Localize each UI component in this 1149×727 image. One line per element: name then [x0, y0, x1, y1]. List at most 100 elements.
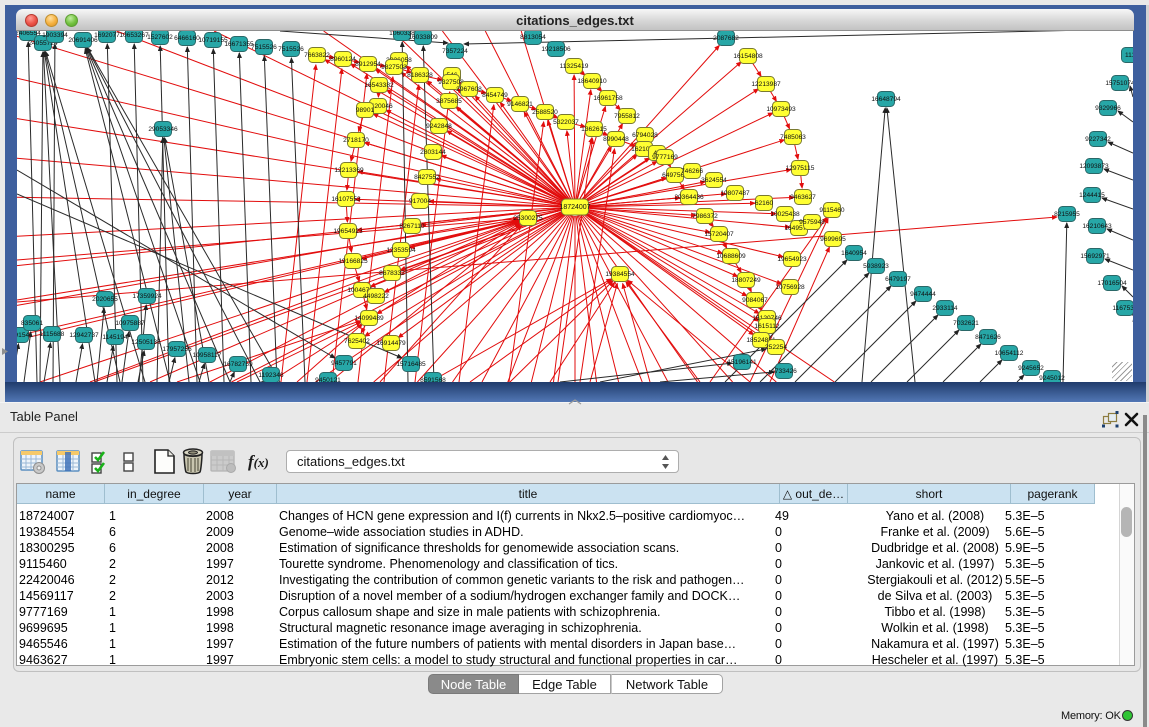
svg-text:8215955: 8215955 — [1054, 211, 1080, 218]
svg-text:9329966: 9329966 — [1095, 105, 1121, 112]
svg-text:5322037: 5322037 — [553, 119, 579, 126]
svg-text:2803144: 2803144 — [420, 149, 446, 156]
svg-text:8678332: 8678332 — [379, 270, 405, 277]
svg-text:9245652: 9245652 — [1018, 365, 1044, 372]
svg-text:12353594: 12353594 — [386, 247, 416, 254]
svg-text:1362615: 1362615 — [581, 126, 607, 133]
svg-text:10653267: 10653267 — [119, 32, 149, 39]
svg-text:16671355: 16671355 — [224, 41, 254, 48]
svg-text:9115460: 9115460 — [819, 207, 845, 214]
svg-text:7625402: 7625402 — [344, 338, 370, 345]
svg-text:10973493: 10973493 — [766, 106, 796, 113]
svg-text:7663822: 7663822 — [304, 52, 330, 59]
svg-text:1244415: 1244415 — [1079, 192, 1105, 199]
svg-text:19166825: 19166825 — [338, 258, 368, 265]
svg-text:7032621: 7032621 — [953, 320, 979, 327]
svg-text:19654923: 19654923 — [777, 256, 807, 263]
svg-text:9575948: 9575948 — [799, 219, 825, 226]
svg-text:16961758: 16961758 — [593, 95, 623, 102]
svg-text:29053346: 29053346 — [148, 126, 178, 133]
svg-text:15196141: 15196141 — [727, 359, 757, 366]
svg-text:10688609: 10688609 — [716, 253, 746, 260]
svg-text:19218506: 19218506 — [541, 46, 571, 53]
svg-text:15720407: 15720407 — [704, 231, 734, 238]
svg-text:2588520: 2588520 — [532, 109, 558, 116]
svg-text:8427552: 8427552 — [414, 174, 440, 181]
svg-text:1115688: 1115688 — [40, 331, 65, 338]
svg-text:9474444: 9474444 — [910, 291, 936, 298]
svg-text:9242848: 9242848 — [426, 123, 452, 130]
svg-text:20364436: 20364436 — [674, 194, 704, 201]
svg-text:1527602: 1527602 — [147, 34, 173, 41]
svg-text:15692971: 15692971 — [1080, 253, 1110, 260]
svg-text:4498222: 4498222 — [363, 293, 389, 300]
svg-text:6479197: 6479197 — [885, 276, 911, 283]
svg-text:7955812: 7955812 — [614, 113, 640, 120]
svg-text:15751074: 15751074 — [1105, 80, 1133, 87]
svg-text:18724007: 18724007 — [559, 204, 590, 211]
svg-text:12213369: 12213369 — [334, 167, 364, 174]
svg-text:15716485: 15716485 — [396, 361, 426, 368]
svg-text:10958117: 10958117 — [193, 352, 222, 359]
svg-text:1192346: 1192346 — [258, 372, 284, 379]
svg-text:17016504: 17016504 — [1097, 280, 1127, 287]
svg-text:252254: 252254 — [765, 344, 787, 351]
svg-text:16914479: 16914479 — [376, 340, 406, 347]
svg-text:917004: 917004 — [409, 198, 431, 205]
svg-text:11325419: 11325419 — [560, 63, 589, 70]
svg-text:12942737: 12942737 — [69, 332, 99, 339]
svg-text:8912954: 8912954 — [355, 61, 381, 68]
svg-text:2933114: 2933114 — [932, 305, 958, 312]
svg-text:16543382: 16543382 — [364, 82, 394, 89]
svg-text:1615112: 1615112 — [754, 323, 780, 330]
svg-text:16782759: 16782759 — [223, 361, 253, 368]
svg-text:1145194: 1145194 — [102, 334, 128, 341]
svg-text:8186328: 8186328 — [407, 72, 433, 79]
svg-text:3875685: 3875685 — [436, 98, 462, 105]
svg-text:9827503: 9827503 — [381, 64, 407, 71]
svg-text:10025438: 10025438 — [770, 211, 800, 218]
svg-text:2020655: 2020655 — [92, 296, 118, 303]
svg-text:5938923: 5938923 — [863, 263, 889, 270]
svg-text:39154: 39154 — [17, 332, 29, 339]
svg-text:16033809: 16033809 — [408, 34, 438, 41]
svg-text:12505135: 12505135 — [131, 339, 161, 346]
svg-text:7515526: 7515526 — [251, 44, 277, 51]
svg-text:18640910: 18640910 — [577, 78, 607, 85]
svg-text:6466160: 6466160 — [174, 35, 200, 42]
svg-text:9463627: 9463627 — [790, 194, 816, 201]
svg-text:8454749: 8454749 — [482, 92, 508, 99]
svg-text:9146821: 9146821 — [507, 101, 533, 108]
svg-text:17957255: 17957255 — [162, 346, 192, 353]
svg-text:7485063: 7485063 — [780, 134, 806, 141]
svg-text:3624554: 3624554 — [701, 177, 727, 184]
svg-text:9457791: 9457791 — [331, 360, 357, 367]
svg-text:10654112: 10654112 — [995, 350, 1024, 357]
svg-text:2087682: 2087682 — [713, 35, 739, 42]
svg-text:8813054: 8813054 — [520, 34, 546, 41]
svg-text:17359924: 17359924 — [132, 293, 162, 300]
svg-text:9084067: 9084067 — [742, 297, 768, 304]
svg-text:98901: 98901 — [356, 107, 375, 114]
svg-text:1903394: 1903394 — [42, 32, 68, 39]
svg-text:12975115: 12975115 — [786, 165, 815, 172]
svg-text:9245012: 9245012 — [1039, 375, 1065, 382]
svg-text:8471626: 8471626 — [975, 334, 1001, 341]
svg-text:8267110: 8267110 — [399, 223, 425, 230]
svg-text:2967608: 2967608 — [456, 86, 482, 93]
svg-text:12213987: 12213987 — [751, 81, 781, 88]
svg-text:16154808: 16154808 — [733, 53, 763, 60]
svg-text:19654923: 19654923 — [333, 228, 363, 235]
svg-text:9227342: 9227342 — [1085, 136, 1111, 143]
svg-text:10756928: 10756928 — [775, 284, 805, 291]
svg-text:16107553: 16107553 — [331, 196, 361, 203]
svg-text:111: 111 — [1125, 52, 1133, 59]
svg-text:8591568: 8591568 — [420, 377, 446, 382]
svg-text:1733426: 1733426 — [771, 368, 797, 375]
svg-text:746266: 746266 — [681, 168, 703, 175]
svg-text:12093873: 12093873 — [1079, 163, 1109, 170]
svg-text:9777169: 9777169 — [652, 154, 678, 161]
svg-text:7357224: 7357224 — [442, 48, 468, 55]
svg-text:8960124: 8960124 — [330, 56, 356, 63]
svg-text:16648794: 16648794 — [871, 96, 901, 103]
